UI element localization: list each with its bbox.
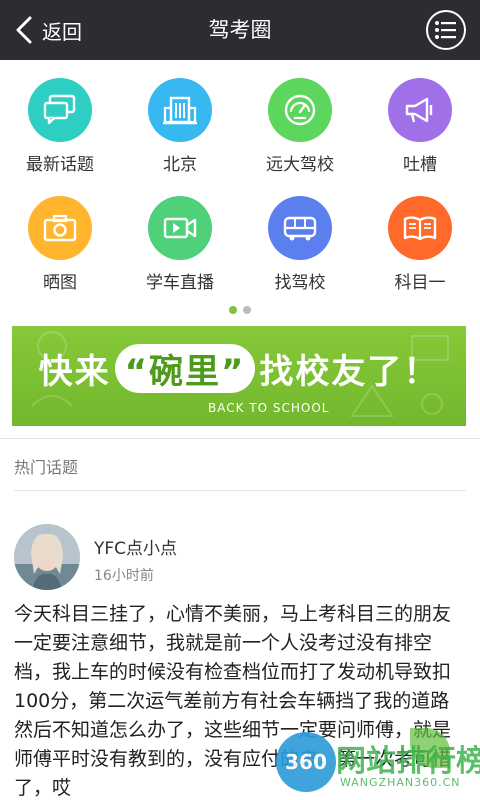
speedometer-icon [284, 94, 316, 126]
page-dot[interactable] [243, 306, 251, 314]
grid-icon-circle [28, 78, 92, 142]
banner-subtitle: BACK TO SCHOOL [208, 401, 330, 415]
grid-item-live[interactable]: 学车直播 [120, 178, 240, 296]
post-username[interactable]: YFC点小点 [94, 534, 177, 559]
grid-item-label: 最新话题 [26, 155, 94, 175]
grid-item-driving-school[interactable]: 远大驾校 [240, 60, 360, 178]
grid-item-complain[interactable]: 吐槽 [360, 60, 480, 178]
grid-item-subject-one[interactable]: 科目一 [360, 178, 480, 296]
grid-item-label: 科目一 [394, 273, 446, 293]
bus-icon [283, 216, 317, 241]
camera-icon [43, 214, 77, 242]
banner-suffix: 找校友了！ [259, 352, 440, 392]
grid-item-label: 晒图 [43, 273, 77, 293]
grid-item-label: 找驾校 [274, 273, 326, 293]
grid-item-beijing[interactable]: 北京 [120, 60, 240, 178]
page-title: 驾考圈 [208, 18, 272, 42]
watermark-domain: WANGZHAN360.CN [340, 776, 461, 789]
divider [14, 490, 466, 491]
grid-icon-circle [268, 196, 332, 260]
avatar[interactable] [14, 524, 80, 590]
book-icon [403, 216, 437, 241]
page-indicator [0, 306, 480, 314]
building-icon [163, 96, 197, 125]
grid-icon-circle [28, 196, 92, 260]
grid-item-label: 北京 [163, 155, 197, 175]
grid-item-find-school[interactable]: 找驾校 [240, 178, 360, 296]
video-icon [163, 217, 197, 239]
watermark-logo: 360 [276, 732, 336, 792]
grid-icon-circle [388, 196, 452, 260]
category-grid: 最新话题 北京 远大驾校 吐槽 晒图 学车直播 找驾校 科目一 [0, 60, 480, 300]
page-dot-active[interactable] [229, 306, 237, 314]
grid-item-latest-topics[interactable]: 最新话题 [0, 60, 120, 178]
avatar-image [14, 524, 80, 590]
divider [0, 438, 480, 439]
grid-item-label: 学车直播 [146, 273, 214, 293]
grid-icon-circle [148, 78, 212, 142]
watermark-title: 网站排行榜 [336, 744, 480, 779]
grid-icon-circle [268, 78, 332, 142]
chat-bubbles-icon [43, 94, 76, 125]
promo-banner[interactable]: 快来 “碗里” 找校友了！ BACK TO SCHOOL [12, 326, 466, 426]
megaphone-icon [405, 97, 433, 123]
banner-highlight: “碗里” [114, 344, 256, 393]
grid-item-photos[interactable]: 晒图 [0, 178, 120, 296]
section-title: 热门话题 [14, 458, 79, 477]
banner-prefix: 快来 [38, 352, 111, 392]
list-menu-icon [435, 21, 456, 39]
grid-icon-circle [388, 78, 452, 142]
menu-button[interactable] [426, 10, 466, 50]
grid-item-label: 远大驾校 [266, 155, 334, 175]
post-time: 16小时前 [94, 568, 154, 584]
top-bar: 返回 驾考圈 [0, 0, 480, 60]
banner-headline: 快来 “碗里” 找校友了！ [12, 344, 466, 393]
grid-item-label: 吐槽 [403, 155, 437, 175]
grid-icon-circle [148, 196, 212, 260]
watermark: 360 网站排行榜 WANGZHAN360.CN [270, 722, 480, 800]
